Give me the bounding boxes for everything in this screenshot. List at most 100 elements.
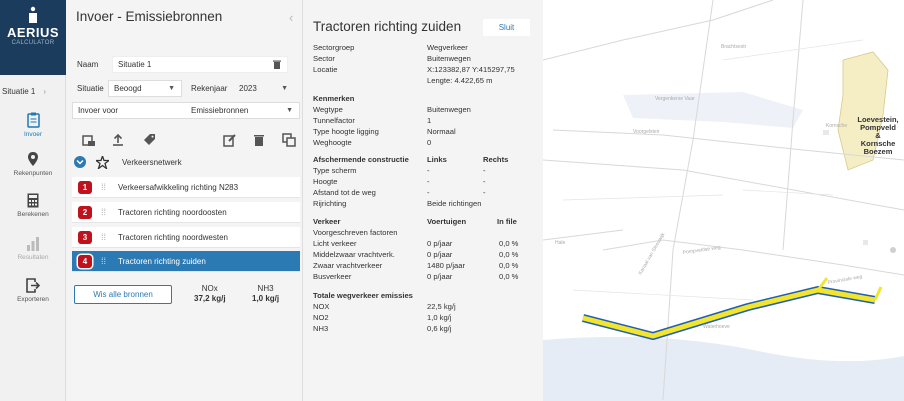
group-verkeersnetwerk[interactable]: Verkeersnetwerk — [72, 152, 300, 172]
nav-invoer-label: Invoer — [23, 131, 43, 138]
village-marker — [890, 247, 896, 253]
situatie-select[interactable]: Beoogd ▼ — [108, 80, 182, 97]
map-label: Hale — [555, 240, 566, 246]
nav-rekenpunten[interactable]: Rekenpunten — [0, 151, 66, 177]
nox-value: 37,2 kg/j — [194, 294, 226, 303]
hoogte-ligging-key: Type hoogte ligging — [313, 127, 379, 136]
drag-handle-icon[interactable]: ⁞⁞ — [101, 256, 106, 266]
map-marker-icon — [28, 152, 38, 166]
nav-berekenen-label: Berekenen — [17, 211, 49, 218]
kenmerken-heading: Kenmerken — [313, 94, 355, 103]
nox-total: NOx 37,2 kg/j — [194, 284, 226, 303]
app-window: AERIUS CALCULATOR Situatie 1 › Invoer Rek… — [0, 0, 904, 401]
traffic-key: Zwaar vrachtverkeer — [313, 261, 383, 270]
clear-all-button[interactable]: Wis alle bronnen — [74, 285, 172, 304]
source-number-badge: 4 — [78, 254, 92, 268]
naam-label: Naam — [77, 60, 99, 69]
verkeer-heading: Verkeer — [313, 217, 341, 226]
map-view[interactable]: Brachtsestr Vergenkerse Vaar Voorgelstei… — [543, 0, 904, 401]
nav-invoer[interactable]: Invoer — [0, 112, 66, 138]
aerius-mark-icon — [29, 6, 37, 23]
emission-value: 0,6 kg/j — [427, 324, 452, 333]
tag-icon[interactable] — [143, 133, 157, 147]
aerius-logo[interactable]: AERIUS CALCULATOR — [0, 0, 66, 75]
chevron-down-circle-icon — [74, 156, 86, 168]
trash-icon[interactable] — [252, 133, 266, 147]
voertuigen-heading: Voertuigen — [427, 217, 467, 226]
new-source-icon[interactable] — [82, 133, 96, 147]
nh3-total: NH3 1,0 kg/j — [252, 284, 279, 303]
source-row-selected[interactable]: 4 ⁞⁞ Tractoren richting zuiden — [72, 251, 300, 272]
results-icon — [27, 237, 39, 251]
building — [863, 240, 868, 245]
chevron-down-icon: ▼ — [286, 107, 293, 114]
trash-icon[interactable] — [273, 60, 281, 69]
nav-berekenen[interactable]: Berekenen — [0, 193, 66, 218]
drag-handle-icon[interactable]: ⁞⁞ — [101, 232, 106, 242]
locatie-key: Locatie — [313, 65, 338, 74]
hoogte-links: - — [427, 177, 430, 186]
invoer-row: Invoer voor Emissiebronnen ▼ — [72, 102, 300, 119]
invoer-select[interactable]: Invoer voor Emissiebronnen ▼ — [72, 102, 300, 119]
type-scherm-key: Type scherm — [313, 166, 357, 175]
edit-icon[interactable] — [223, 133, 237, 147]
map-label: Brachtsestr — [721, 44, 747, 50]
building — [823, 130, 829, 135]
weghoogte-value: 0 — [427, 138, 432, 147]
situation-selector[interactable]: Situatie 1 › — [0, 84, 66, 98]
rekenjaar-label: Rekenjaar — [191, 84, 228, 93]
source-name: Verkeersafwikkeling richting N283 — [118, 182, 239, 192]
panel-title: Invoer - Emissiebronnen — [76, 9, 223, 24]
traffic-infile: 0,0 % — [499, 239, 519, 248]
situatie-row: Situatie Beoogd ▼ Rekenjaar 2023 ▼ — [72, 80, 300, 97]
lengte-value: Lengte: 4.422,65 m — [427, 76, 493, 85]
nh3-value: 1,0 kg/j — [252, 294, 280, 303]
road-network-icon — [96, 155, 109, 169]
hoogte-rechts: - — [483, 177, 486, 186]
source-row[interactable]: 1 ⁞⁞ Verkeersafwikkeling richting N283 — [72, 177, 300, 198]
poi-line: Boezem — [864, 147, 893, 156]
traffic-value: 0 p/jaar — [427, 272, 453, 281]
drag-handle-icon[interactable]: ⁞⁞ — [101, 182, 106, 192]
source-name: Tractoren richting zuiden — [118, 256, 206, 266]
tunnel-value: 1 — [427, 116, 432, 125]
map-canvas[interactable]: Brachtsestr Vergenkerse Vaar Voorgelstei… — [543, 0, 904, 401]
hoogte-key: Hoogte — [313, 177, 338, 186]
nh3-label: NH3 — [257, 284, 274, 293]
sector-key: Sector — [313, 54, 335, 63]
upload-icon[interactable] — [111, 133, 125, 147]
invoer-label: Invoer voor — [78, 106, 119, 115]
source-row[interactable]: 2 ⁞⁞ Tractoren richting noordoosten — [72, 202, 300, 223]
traffic-value: 0 p/jaar — [427, 239, 453, 248]
calculator-icon — [27, 193, 39, 208]
drag-handle-icon[interactable]: ⁞⁞ — [101, 207, 106, 217]
copy-icon[interactable] — [282, 133, 296, 147]
nav-resultaten[interactable]: Resultaten — [0, 236, 66, 261]
collapse-chevron-icon[interactable]: ‹ — [289, 10, 293, 25]
naam-value: Situatie 1 — [118, 60, 152, 69]
traffic-infile: 0,0 % — [499, 250, 519, 259]
hoogte-ligging-value: Normaal — [427, 127, 456, 136]
chevron-right-icon: › — [43, 86, 47, 96]
brand-name: AERIUS — [6, 25, 60, 40]
emission-key: NO2 — [313, 313, 329, 322]
clipboard-icon — [26, 112, 40, 128]
type-scherm-links: - — [427, 166, 430, 175]
links-heading: Links — [427, 155, 447, 164]
source-row[interactable]: 3 ⁞⁞ Tractoren richting noordwesten — [72, 227, 300, 248]
rekenjaar-select[interactable]: 2023 ▼ — [234, 80, 294, 97]
afschermende-heading: Afschermende constructie — [313, 155, 409, 164]
naam-input[interactable]: Situatie 1 — [112, 56, 288, 73]
traffic-infile: 0,0 % — [499, 272, 519, 281]
rekenjaar-value: 2023 — [239, 84, 257, 93]
traffic-key: Middelzwaar vrachtverk. — [313, 250, 395, 259]
source-detail-panel: Tractoren richting zuiden Sluit Sectorgr… — [303, 0, 543, 401]
nav-exporteren-label: Exporteren — [17, 296, 49, 303]
detail-title: Tractoren richting zuiden — [313, 19, 462, 34]
emission-key: NOX — [313, 302, 330, 311]
nav-exporteren[interactable]: Exporteren — [0, 278, 66, 303]
export-icon — [26, 278, 40, 293]
close-button[interactable]: Sluit — [483, 19, 530, 36]
map-label: Waterhoeve — [703, 324, 730, 330]
afstand-rechts: - — [483, 188, 486, 197]
